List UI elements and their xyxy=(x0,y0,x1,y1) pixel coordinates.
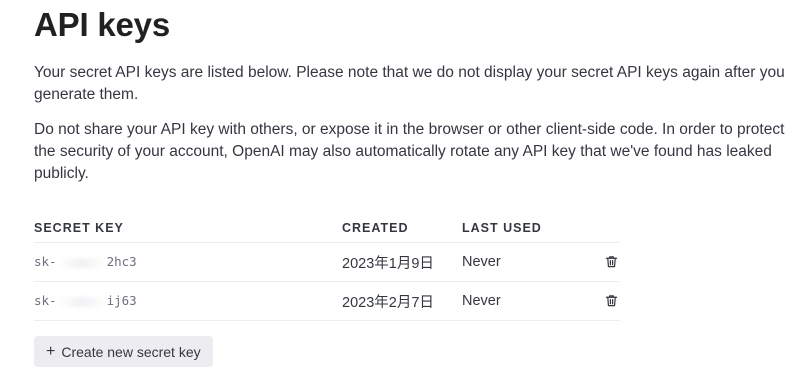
header-secret-key: SECRET KEY xyxy=(34,214,342,243)
secret-key-value: sk- 2hc3 xyxy=(34,254,137,269)
secret-key-cell: sk- 2hc3 xyxy=(34,242,342,282)
security-notice: Do not share your API key with others, o… xyxy=(34,121,785,182)
delete-key-button[interactable] xyxy=(602,291,620,309)
created-date: 2023年1月9日 xyxy=(342,242,462,282)
last-used: Never xyxy=(462,281,592,321)
last-used: Never xyxy=(462,242,592,282)
key-redaction xyxy=(57,257,106,268)
header-created: CREATED xyxy=(342,214,462,243)
header-actions xyxy=(592,214,620,243)
table-header-row: SECRET KEY CREATED LAST USED xyxy=(34,214,620,243)
keys-description: Your secret API keys are listed below. P… xyxy=(34,64,785,103)
key-redaction xyxy=(57,296,106,307)
delete-key-button[interactable] xyxy=(602,252,620,270)
key-prefix: sk- xyxy=(34,254,57,269)
actions-cell xyxy=(592,242,620,282)
create-button-label: Create new secret key xyxy=(61,343,201,360)
secret-key-value: sk-ij63 xyxy=(34,293,137,308)
table-row: sk-ij63 2023年2月7日 Never xyxy=(34,281,620,321)
trash-icon xyxy=(605,295,617,306)
page-title: API keys xyxy=(34,6,170,43)
key-prefix: sk- xyxy=(34,293,57,308)
create-secret-key-button[interactable]: + Create new secret key xyxy=(34,336,213,367)
plus-icon: + xyxy=(46,342,56,360)
created-date: 2023年2月7日 xyxy=(342,281,462,321)
trash-icon xyxy=(605,256,617,267)
actions-cell xyxy=(592,281,620,321)
secret-key-cell: sk-ij63 xyxy=(34,281,342,321)
table-row: sk- 2hc3 2023年1月9日 Never xyxy=(34,242,620,282)
key-suffix: ij63 xyxy=(106,293,137,308)
key-suffix: 2hc3 xyxy=(106,254,137,269)
header-last-used: LAST USED xyxy=(462,214,592,243)
api-keys-table: SECRET KEY CREATED LAST USED sk- 2hc3 202… xyxy=(34,214,620,321)
api-keys-page: API keys Your secret API keys are listed… xyxy=(34,0,794,367)
